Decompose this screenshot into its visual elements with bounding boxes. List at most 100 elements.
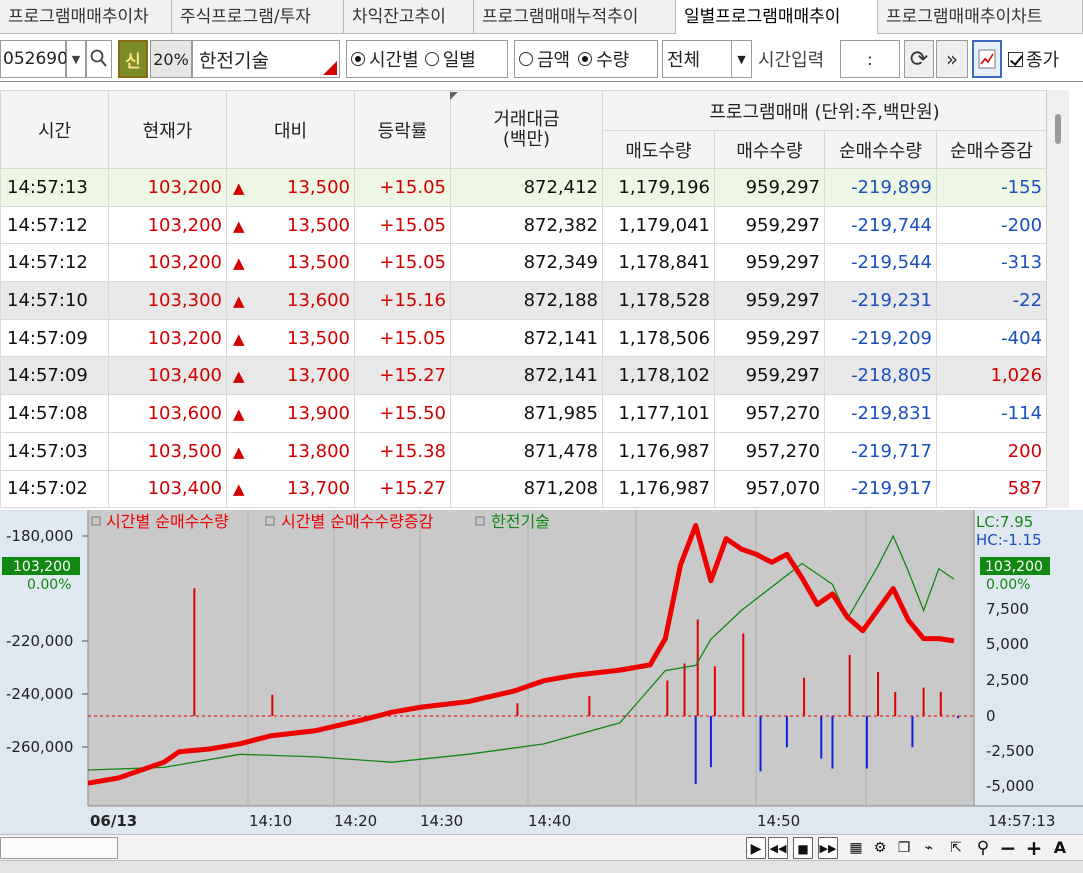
tab-daily-trend[interactable]: 일별프로그램매매추이 — [676, 0, 878, 34]
scrollbar-thumb[interactable] — [1055, 114, 1061, 144]
toolbar: 052690 ▼ 신 20% 한전기술 시간별 일별 금액 수량 전체 ▼ 시간… — [0, 36, 1083, 82]
cell-net-qty: -218,805 — [824, 356, 937, 396]
col-price[interactable]: 현재가 — [108, 90, 227, 169]
cell-net-qty: -219,831 — [824, 394, 937, 433]
table-row[interactable]: 14:57:02 103,400 ▲ 13,700 +15.27 871,208 1,176… — [0, 469, 1048, 509]
col-change[interactable]: 대비 — [226, 90, 355, 169]
up-triangle-icon: ▲ — [233, 442, 245, 461]
x-tick-1420: 14:20 — [334, 812, 377, 830]
cell-price: 103,400 — [108, 356, 227, 396]
cell-sell-qty: 1,176,987 — [602, 469, 715, 509]
cell-price: 103,400 — [108, 469, 227, 509]
refresh-icon: ⟳ — [909, 46, 929, 72]
chart-horizontal-scrollbar[interactable] — [0, 837, 118, 859]
stock-code-input[interactable]: 052690 — [0, 40, 68, 78]
next-button[interactable]: » — [936, 40, 968, 78]
unit-radio-group: 금액 수량 — [514, 40, 658, 78]
tab-program-trend[interactable]: 프로그램매매추이차 — [0, 0, 172, 34]
table-row[interactable]: 14:57:12 103,200 ▲ 13,500 +15.05 872,349 1,178… — [0, 243, 1048, 283]
cell-rate: +15.27 — [354, 469, 451, 509]
table-row[interactable]: 14:57:09 103,400 ▲ 13,700 +15.27 872,141 1,178… — [0, 356, 1048, 396]
tab-stock-program[interactable]: 주식프로그램/투자 — [172, 0, 344, 34]
tab-cumulative-trend[interactable]: 프로그램매매누적추이 — [474, 0, 676, 34]
cell-time: 14:57:02 — [0, 469, 109, 509]
change-value: 13,500 — [287, 252, 350, 274]
right-tick-0: 0 — [986, 707, 996, 725]
cell-net-qty: -219,744 — [824, 205, 937, 245]
cell-net-chg: 200 — [935, 431, 1048, 471]
program-trend-chart[interactable]: 시간별 순매수수량 시간별 순매수수량증감 한전기술 -180,000 103,… — [0, 510, 1083, 834]
cursor-icon[interactable]: ⇱ — [946, 837, 966, 859]
tab-arbitrage-balance[interactable]: 차익잔고추이 — [344, 0, 474, 34]
hc-label: HC:-1.15 — [976, 531, 1042, 549]
radio-amount[interactable] — [519, 52, 533, 66]
double-chevron-right-icon: » — [945, 47, 959, 71]
table-row[interactable]: 14:57:13 103,200 ▲ 13,500 +15.05 872,412 1,179… — [0, 168, 1048, 207]
cell-rate: +15.05 — [354, 205, 451, 245]
fast-forward-button[interactable]: ▶▶ — [818, 837, 838, 859]
radio-amount-label: 금액 — [537, 50, 571, 71]
col-buy-qty[interactable]: 매수수량 — [714, 130, 825, 169]
table-row[interactable]: 14:57:10 103,300 ▲ 13,600 +15.16 872,188 1,178… — [0, 281, 1048, 320]
col-rate[interactable]: 등락률 — [354, 90, 451, 169]
radio-time[interactable] — [351, 52, 365, 66]
cell-net-chg: -155 — [935, 168, 1048, 207]
table-row[interactable]: 14:57:12 103,200 ▲ 13,500 +15.05 872,382 1,179… — [0, 205, 1048, 245]
search-button[interactable] — [86, 40, 112, 78]
x-tick-1450: 14:50 — [757, 812, 800, 830]
tab-trend-chart[interactable]: 프로그램매매추이차트 — [878, 0, 1083, 34]
cell-change: ▲ 13,500 — [226, 205, 355, 245]
col-time[interactable]: 시간 — [0, 90, 109, 169]
rewind-button[interactable]: ◀◀ — [768, 837, 788, 859]
x-tick-1410: 14:10 — [249, 812, 292, 830]
close-price-checkbox[interactable] — [1008, 51, 1023, 67]
col-net-qty[interactable]: 순매수수량 — [824, 130, 937, 169]
settings-gear-icon[interactable]: ⚙ — [870, 837, 890, 859]
table-view-icon[interactable]: ▦ — [846, 837, 866, 859]
cell-amount: 871,208 — [450, 469, 603, 509]
refresh-button[interactable]: ⟳ — [904, 40, 934, 78]
stock-name-field[interactable]: 한전기술 — [192, 40, 340, 78]
time-input[interactable]: : — [840, 40, 900, 78]
cell-time: 14:57:13 — [0, 168, 109, 207]
cell-price: 103,200 — [108, 168, 227, 207]
radio-day[interactable] — [424, 52, 439, 66]
auto-scale-icon[interactable]: A — [1050, 837, 1070, 859]
table-row[interactable]: 14:57:09 103,200 ▲ 13,500 +15.05 872,141 1,178… — [0, 318, 1048, 358]
cell-net-qty: -219,209 — [824, 318, 937, 358]
cell-sell-qty: 1,178,841 — [602, 243, 715, 283]
zoom-in-icon[interactable]: + — [1024, 837, 1044, 859]
cell-time: 14:57:09 — [0, 318, 109, 358]
stop-button[interactable]: ■ — [793, 837, 813, 859]
sort-indicator-icon — [450, 92, 458, 100]
cell-buy-qty: 959,297 — [714, 281, 825, 320]
change-value: 13,500 — [287, 214, 350, 236]
cell-change: ▲ 13,700 — [226, 469, 355, 509]
market-select[interactable]: 전체 ▼ — [662, 40, 752, 78]
table-scrollbar[interactable] — [1046, 90, 1069, 508]
cell-buy-qty: 959,297 — [714, 168, 825, 207]
play-button[interactable]: ▶ — [746, 837, 766, 859]
corner-marker-icon — [323, 61, 337, 75]
zoom-search-icon[interactable]: ⚲ — [972, 837, 994, 859]
col-sell-qty[interactable]: 매도수량 — [602, 130, 715, 169]
chart-type-icon[interactable]: ⌁ — [918, 837, 940, 859]
margin-rate-badge: 20% — [150, 40, 192, 78]
zoom-out-icon[interactable]: − — [998, 837, 1018, 859]
window-copy-icon[interactable]: ❐ — [894, 837, 914, 859]
cell-net-qty: -219,899 — [824, 168, 937, 207]
new-credit-button[interactable]: 신 — [118, 40, 148, 78]
col-net-chg[interactable]: 순매수증감 — [935, 130, 1048, 169]
chart-toggle-button[interactable] — [972, 40, 1002, 78]
table-row[interactable]: 14:57:03 103,500 ▲ 13,800 +15.38 871,478 1,176… — [0, 431, 1048, 471]
cell-price: 103,200 — [108, 318, 227, 358]
code-dropdown-button[interactable]: ▼ — [66, 40, 86, 78]
cell-net-chg: 1,026 — [935, 356, 1048, 396]
cell-net-chg: -200 — [935, 205, 1048, 245]
radio-qty[interactable] — [578, 52, 593, 66]
table-row[interactable]: 14:57:08 103,600 ▲ 13,900 +15.50 871,985 1,177… — [0, 394, 1048, 433]
market-select-value: 전체 — [667, 50, 701, 71]
col-amount[interactable]: 거래대금 (백만) — [450, 90, 603, 169]
cell-rate: +15.16 — [354, 281, 451, 320]
date-label: 06/13 — [90, 812, 137, 830]
